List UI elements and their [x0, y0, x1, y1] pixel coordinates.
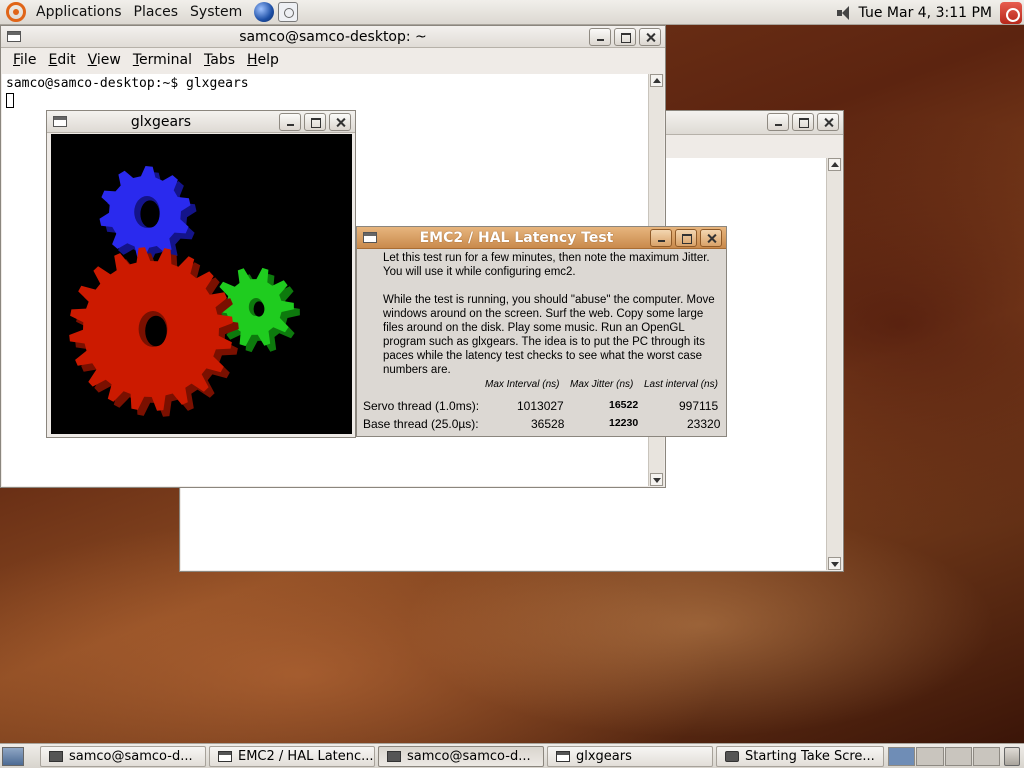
clock[interactable]: Tue Mar 4, 3:11 PM [859, 5, 992, 21]
menu-terminal[interactable]: Terminal [127, 52, 198, 68]
task-terminal-2[interactable]: samco@samco-d... [378, 746, 544, 767]
latency-title: EMC2 / HAL Latency Test [419, 229, 614, 246]
menu-file[interactable]: File [7, 52, 42, 68]
scroll-up-arrow-icon[interactable] [650, 74, 663, 87]
maximize-button[interactable] [675, 229, 697, 247]
camera-icon [725, 751, 739, 762]
task-label: glxgears [576, 749, 632, 764]
latency-titlebar[interactable]: EMC2 / HAL Latency Test [357, 227, 726, 249]
last-interval-value: 23320 [687, 417, 721, 431]
red-gear-icon [69, 247, 239, 417]
terminal-icon [49, 751, 63, 762]
places-menu[interactable]: Places [128, 4, 185, 20]
glxgears-window[interactable]: glxgears [46, 110, 356, 438]
glxgears-canvas[interactable] [51, 134, 352, 434]
workspace-3[interactable] [944, 747, 972, 766]
latency-test-window[interactable]: EMC2 / HAL Latency Test Let this test ru… [356, 226, 727, 437]
task-label: Starting Take Scre... [745, 749, 875, 764]
terminal-line: samco@samco-desktop:~$ glxgears [6, 76, 249, 91]
gears-graphic [69, 166, 300, 417]
minimize-button[interactable] [589, 28, 611, 46]
task-screenshot[interactable]: Starting Take Scre... [716, 746, 884, 767]
base-thread-row: Base thread (25.0µs): 36528 12230 23320 [363, 417, 723, 433]
mail-client-icon[interactable] [278, 2, 299, 22]
workspace-switcher[interactable] [888, 747, 1000, 766]
max-interval-value: 1013027 [517, 399, 564, 413]
maximize-button[interactable] [304, 113, 326, 131]
menu-tabs[interactable]: Tabs [198, 52, 241, 68]
max-jitter-value: 16522 [609, 399, 639, 411]
scroll-down-arrow-icon[interactable] [828, 557, 841, 570]
show-desktop-icon[interactable] [2, 747, 24, 766]
row-label: Servo thread (1.0ms): [363, 399, 480, 413]
menu-edit[interactable]: Edit [42, 52, 81, 68]
latency-instructions: Let this test run for a few minutes, the… [383, 251, 723, 391]
power-icon[interactable] [1000, 1, 1022, 24]
task-label: EMC2 / HAL Latenc... [238, 749, 374, 764]
glxgears-window-icon[interactable] [53, 116, 67, 127]
row-label: Base thread (25.0µs): [363, 417, 479, 431]
bottom-taskbar: samco@samco-d... EMC2 / HAL Latenc... sa… [0, 743, 1024, 768]
green-gear-icon [214, 267, 300, 353]
terminal-window-icon[interactable] [7, 31, 21, 42]
task-latency-test[interactable]: EMC2 / HAL Latenc... [209, 746, 375, 767]
max-jitter-value: 12230 [609, 417, 639, 429]
task-label: samco@samco-d... [69, 749, 193, 764]
maximize-button[interactable] [614, 28, 636, 46]
menu-help[interactable]: Help [241, 52, 285, 68]
close-button[interactable] [817, 113, 839, 131]
workspace-4[interactable] [972, 747, 1000, 766]
header-max-interval: Max Interval (ns) [485, 379, 560, 390]
task-terminal-1[interactable]: samco@samco-d... [40, 746, 206, 767]
glxgears-title: glxgears [130, 113, 192, 130]
menu-view[interactable]: View [82, 52, 127, 68]
applications-menu[interactable]: Applications [30, 4, 128, 20]
window-icon [218, 751, 232, 762]
terminal-menubar: File Edit View Terminal Tabs Help [1, 48, 665, 72]
terminal-titlebar[interactable]: samco@samco-desktop: ~ [1, 26, 665, 48]
volume-icon[interactable] [836, 5, 853, 20]
system-menu[interactable]: System [184, 4, 248, 20]
servo-thread-row: Servo thread (1.0ms): 1013027 16522 9971… [363, 399, 723, 415]
close-button[interactable] [639, 28, 661, 46]
close-button[interactable] [329, 113, 351, 131]
background-scrollbar[interactable] [826, 158, 842, 570]
header-max-jitter: Max Jitter (ns) [570, 379, 634, 390]
header-last-interval: Last interval (ns) [644, 379, 718, 390]
instructions-paragraph-1: Let this test run for a few minutes, the… [383, 252, 710, 278]
maximize-button[interactable] [792, 113, 814, 131]
terminal-title: samco@samco-desktop: ~ [239, 28, 427, 45]
task-label: samco@samco-d... [407, 749, 531, 764]
minimize-button[interactable] [279, 113, 301, 131]
scroll-up-arrow-icon[interactable] [828, 158, 841, 171]
max-interval-value: 36528 [531, 417, 565, 431]
last-interval-value: 997115 [679, 399, 719, 413]
ubuntu-logo-icon[interactable] [6, 2, 26, 22]
minimize-button[interactable] [650, 229, 672, 247]
close-button[interactable] [700, 229, 722, 247]
scroll-down-arrow-icon[interactable] [650, 473, 663, 486]
task-glxgears[interactable]: glxgears [547, 746, 713, 767]
top-panel: Applications Places System Tue Mar 4, 3:… [0, 0, 1024, 25]
window-icon [556, 751, 570, 762]
glxgears-titlebar[interactable]: glxgears [47, 111, 355, 133]
trash-icon[interactable] [1004, 747, 1020, 766]
terminal-cursor [6, 93, 14, 108]
terminal-icon [387, 751, 401, 762]
minimize-button[interactable] [767, 113, 789, 131]
web-browser-icon[interactable] [254, 2, 275, 22]
blue-gear-icon [99, 166, 197, 264]
instructions-paragraph-2: While the test is running, you should "a… [383, 294, 715, 376]
workspace-1[interactable] [888, 747, 916, 766]
latency-window-icon[interactable] [363, 232, 377, 243]
workspace-2[interactable] [916, 747, 944, 766]
